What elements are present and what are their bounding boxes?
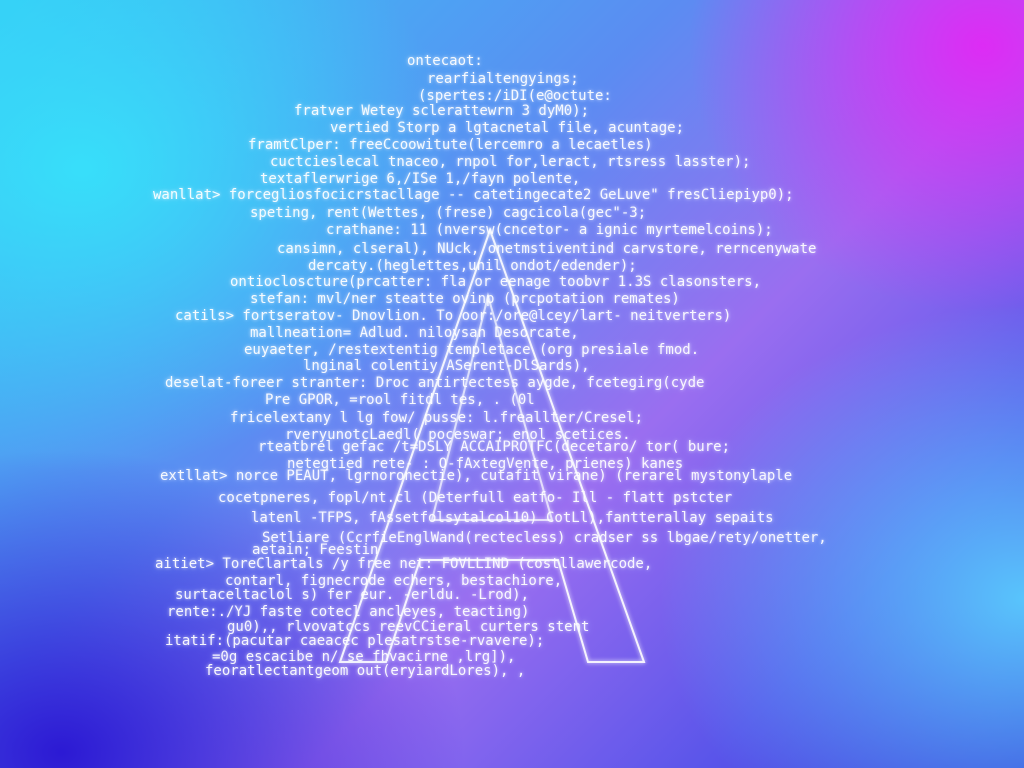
code-line: mallneation= Adlud. niloysan Desorcate, xyxy=(250,325,579,341)
code-line: surtaceltaclol s) fer eur. -erldu. -Lrod… xyxy=(175,587,530,603)
code-line: Pre GPOR, =rool fitdl tes, . (0l xyxy=(265,392,535,408)
code-line: fratver Wetey sclerattewrn 3 dyM0); xyxy=(294,103,590,119)
code-line: extllat> norce PEAUT, lgrnoronectie), cu… xyxy=(160,468,793,484)
code-line: ontiocloscture(prcatter: fla or eenage t… xyxy=(230,274,762,290)
code-line: lnginal colentiy ASerent-DlSards), xyxy=(303,358,590,374)
code-line: aitiet> ToreClartals /y free net: FOVLLI… xyxy=(155,556,653,572)
code-line: cansimn, clseral), NUck, onetmstiventind… xyxy=(277,241,817,257)
code-line: framtClper: freeCcoowitute(lercemro a le… xyxy=(248,137,653,153)
code-line: cuctcieslecal tnaceo, rnpol for,leract, … xyxy=(270,154,751,170)
code-line: ontecaot: xyxy=(407,53,483,69)
code-line: vertied Storp a lgtacnetal file, acuntag… xyxy=(330,120,685,136)
code-line: catils> fortseratov- Dnovlion. To oor:/o… xyxy=(175,308,732,324)
code-line: latenl -TFPS, fAssetfolsytalcol10) CotLl… xyxy=(251,510,774,526)
code-text-overlay: ontecaot: rearfialtengyings; (spertes:/i… xyxy=(0,0,1024,768)
code-line: rearfialtengyings; xyxy=(427,71,579,87)
code-line: stefan: mvl/ner steatte ovinp (prcpotati… xyxy=(250,291,680,307)
code-line: wanllat> forcegliosfocicrstacllage -- ca… xyxy=(153,187,794,203)
code-line: rteatbrel gefac /t=DSLY ACCAIPROTFC(dece… xyxy=(258,439,731,455)
code-line: fricelextany l lg fow/ pusse: l.freallte… xyxy=(230,410,644,426)
code-line: deselat-foreer stranter: Droc antirtecte… xyxy=(165,375,705,391)
code-line: feoratlectantgeom out(eryiardLores), , xyxy=(205,663,526,679)
background-artwork: ontecaot: rearfialtengyings; (spertes:/i… xyxy=(0,0,1024,768)
code-line: cocetpneres, fopl/nt.cl (Deterfull eatfo… xyxy=(218,490,733,506)
code-line: speting, rent(Wettes, (frese) cagcicola(… xyxy=(250,205,647,221)
code-line: crathane: 11 (nversw(cncetor- a ignic my… xyxy=(326,222,773,238)
